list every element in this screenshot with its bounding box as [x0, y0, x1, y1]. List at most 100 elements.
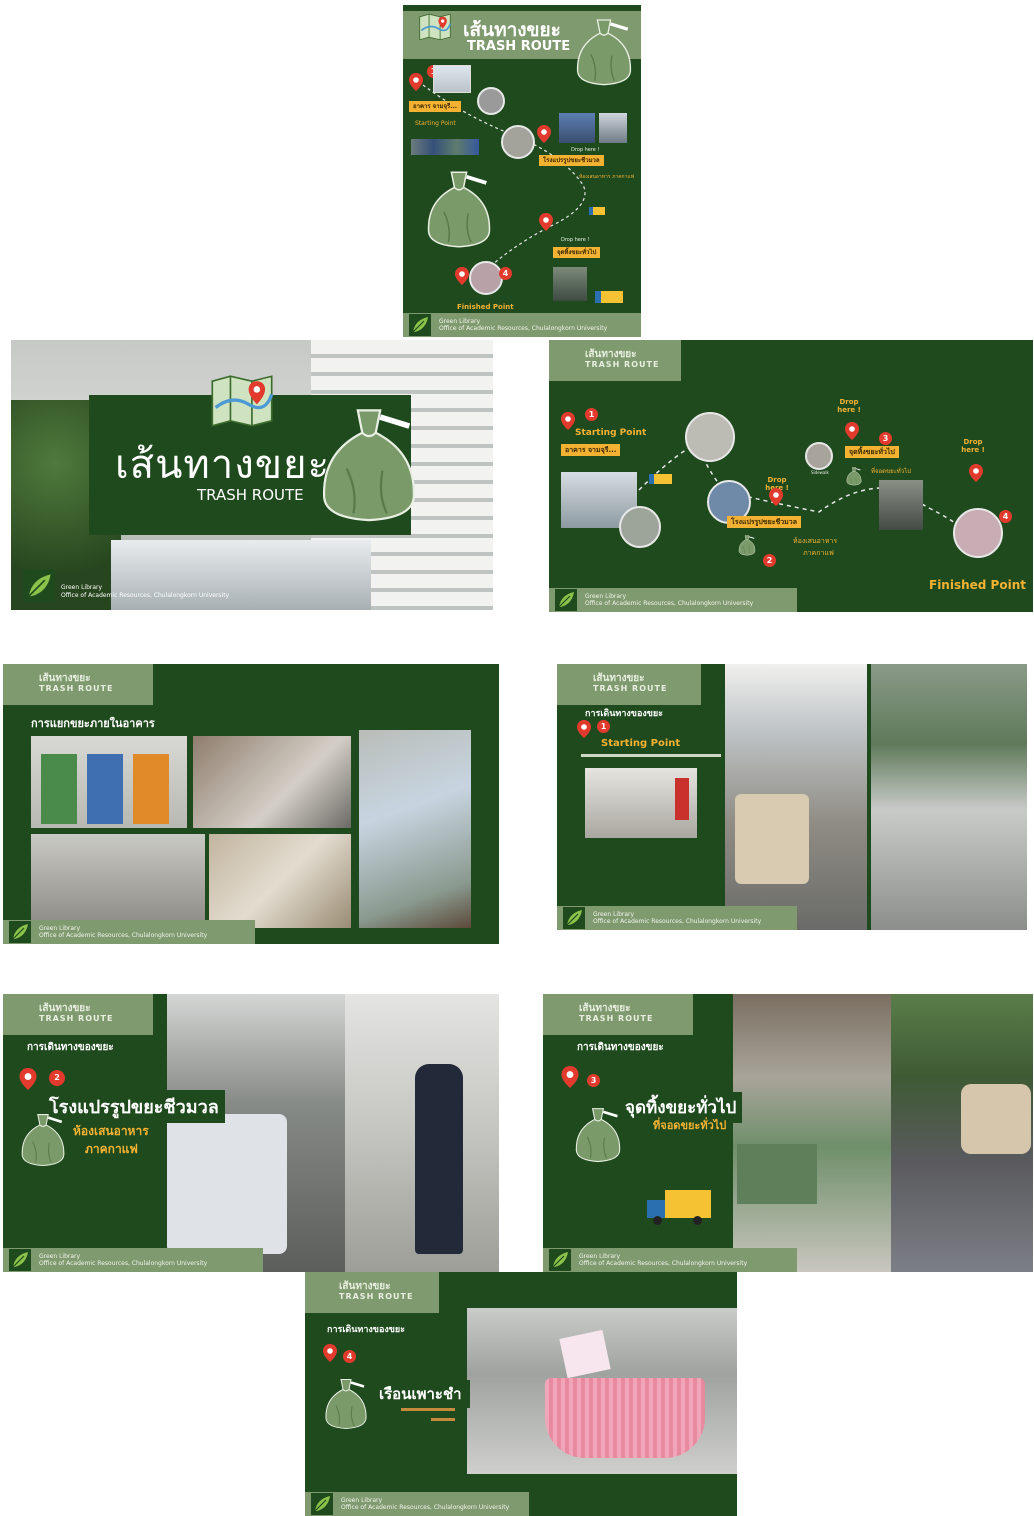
route2-worker-photo: [345, 994, 499, 1272]
tag-box: เส้นทางขยะ TRASH ROUTE: [557, 664, 702, 705]
green-library-logo-icon: [9, 921, 31, 943]
green-library-logo-icon: [9, 1249, 31, 1271]
route1-number: 1: [597, 720, 610, 733]
footer-line2: Office of Academic Resources, Chulalongk…: [439, 325, 608, 332]
route1-label: Starting Point: [601, 738, 681, 749]
route2-heading: การเดินทางของขยะ: [27, 1042, 114, 1053]
drop-label-2: Drop here !: [837, 398, 861, 414]
green-library-logo-icon: [23, 570, 55, 602]
route1-heading: การเดินทางของขยะ: [585, 709, 664, 719]
start-circle-photo: [619, 506, 661, 548]
paper-note: [559, 1329, 611, 1379]
worker-photo: [31, 834, 205, 928]
tag-line1: เส้นทางขยะ: [579, 1003, 631, 1014]
stop3-label: จุดทิ้งขยะทั่วไป: [845, 446, 899, 459]
tag-line2: TRASH ROUTE: [39, 1013, 114, 1023]
route4-number: 4: [343, 1350, 356, 1363]
finish-label: Finished Point: [457, 303, 514, 311]
truck-icon: [647, 1190, 711, 1225]
route4-label: เรือนเพาะชำ: [371, 1380, 470, 1408]
route4-slide: เส้นทางขยะ TRASH ROUTE การเดินทางของขยะ …: [305, 1272, 737, 1516]
tag-line2: TRASH ROUTE: [579, 1013, 654, 1023]
tag-box: เส้นทางขยะ TRASH ROUTE: [3, 994, 154, 1035]
route4-pin-icon: [323, 1344, 337, 1362]
stop3-sub: ที่จอดขยะทั่วไป: [871, 468, 911, 475]
entrance-photo: [111, 540, 371, 610]
route3-slide: เส้นทางขยะ TRASH ROUTE การเดินทางของขยะ …: [543, 994, 1033, 1272]
route2-pin-icon: [19, 1068, 37, 1090]
route3-pin-icon: [561, 1066, 579, 1088]
sorting-people-photo: [193, 736, 351, 828]
pink-basket: [545, 1378, 705, 1458]
poster-slide: เส้นทางขยะ TRASH ROUTE 1 อาคาร จามจุรี..…: [403, 5, 641, 337]
route3-heading: การเดินทางของขยะ: [577, 1042, 664, 1053]
route3-number: 3: [587, 1074, 600, 1087]
red-door: [675, 778, 689, 820]
drop-photo-1: [559, 113, 595, 143]
stop3-number: 3: [879, 432, 892, 445]
footer-line1: Green Library: [39, 1252, 81, 1260]
tag-line1: เส้นทางขยะ: [593, 673, 645, 684]
stop3-photo: [879, 480, 923, 530]
drop-label-2: Drop here !: [561, 237, 590, 243]
drop-pin-icon-1: [537, 125, 551, 143]
van: [167, 1114, 287, 1254]
footer-line1: Green Library: [579, 1252, 621, 1260]
route4-basket-photo: [467, 1308, 737, 1474]
footer-line1: Green Library: [341, 1496, 383, 1504]
route2-label: โรงแปรรูปขยะชีวมวล: [43, 1090, 225, 1123]
route3-unloading-photo: [891, 994, 1033, 1272]
footer-line1: Green Library: [593, 910, 635, 918]
start-strip-photo: [411, 139, 479, 155]
tag-line1: เส้นทางขยะ: [39, 1003, 91, 1014]
route3-sub1: ที่จอดขยะทั่วไป: [653, 1119, 727, 1132]
title-slide: เส้นทางขยะ TRASH ROUTE Green Library Off…: [11, 340, 493, 610]
finish-number: 4: [999, 510, 1012, 523]
truck-icon-1: [649, 474, 672, 484]
route2-sub2: ภาคกาแฟ: [85, 1142, 138, 1156]
footer-line2: Office of Academic Resources, Chulalongk…: [341, 1504, 510, 1511]
start-label: Starting Point: [575, 428, 647, 438]
start-sub: Starting Point: [415, 120, 456, 127]
route4-caption-line-2: [431, 1418, 455, 1421]
green-library-logo-icon: [555, 589, 577, 611]
route-small-label: Sidewalk: [811, 470, 829, 475]
route-circle-photo-1: [685, 412, 735, 462]
route1-walkway-photo: [871, 664, 1027, 930]
poster-footer: Green Library Office of Academic Resource…: [403, 313, 641, 337]
route1-cart-photo: [725, 664, 867, 930]
tag-box: เส้นทางขยะ TRASH ROUTE: [3, 664, 154, 705]
trash-bag-icon: [313, 398, 425, 528]
route-circle-photo-2: [501, 125, 535, 159]
worker-figure: [415, 1064, 463, 1254]
footer-line1: Green Library: [439, 317, 481, 325]
footer-line2: Office of Academic Resources, Chulalongk…: [39, 1260, 208, 1267]
finish-label: Finished Point: [929, 578, 1026, 592]
drop-pin-icon-1: [769, 488, 783, 506]
sorting-heading: การแยกขยะภายในอาคาร: [31, 717, 155, 730]
tag-line1: เส้นทางขยะ: [39, 673, 91, 684]
finish-circle-photo: [469, 261, 503, 295]
start-label: อาคาร จามจุรี...: [409, 101, 462, 113]
footer-line2: Office of Academic Resources, Chulalongk…: [61, 592, 230, 599]
route2-number: 2: [49, 1070, 65, 1086]
green-library-logo-icon: [563, 907, 585, 929]
finish-circle-photo: [953, 508, 1003, 558]
drop-pin-icon-3: [969, 464, 983, 482]
stop3-bag-icon: [845, 466, 863, 486]
title-en: TRASH ROUTE: [197, 486, 304, 504]
route-circle-photo-1: [477, 87, 505, 115]
footer-line2: Office of Academic Resources, Chulalongk…: [585, 600, 754, 607]
tag-line1: เส้นทางขยะ: [339, 1281, 391, 1292]
stop2-sub2: ภาคกาแฟ: [803, 549, 834, 557]
drop-pin-icon-2: [539, 213, 553, 231]
footer-line2: Office of Academic Resources, Chulalongk…: [579, 1260, 748, 1267]
bottles-photo: [359, 730, 471, 928]
start-pin-icon: [561, 412, 575, 430]
finish-pin-icon: [455, 267, 469, 285]
map-icon: [209, 374, 275, 428]
stop3-photo: [553, 267, 587, 301]
stop2-number: 2: [763, 554, 776, 567]
footer-line2: Office of Academic Resources, Chulalongk…: [593, 918, 762, 925]
route4-caption-line-1: [401, 1408, 455, 1411]
